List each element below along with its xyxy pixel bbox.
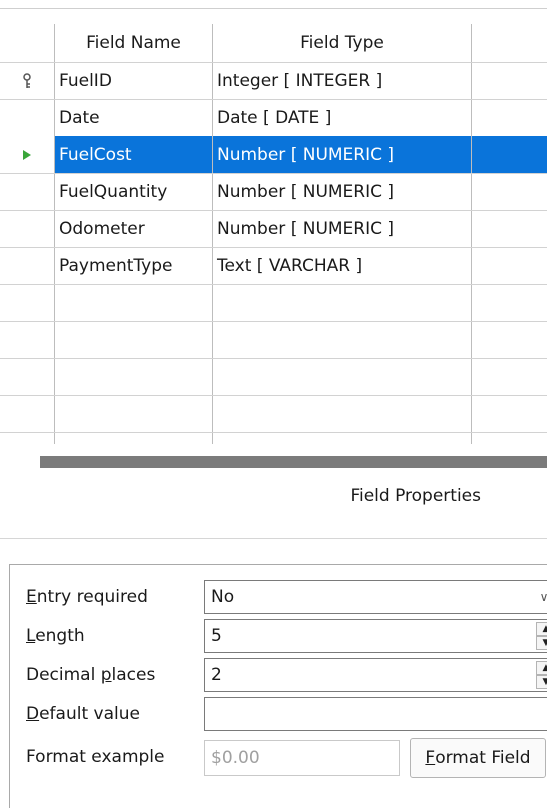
table-row[interactable]: FuelQuantity Number [ NUMERIC ] [0, 173, 547, 210]
field-type-cell[interactable]: Text [ VARCHAR ] [213, 247, 471, 284]
entry-required-dropdown[interactable]: No ∨ [204, 580, 547, 614]
spin-up-icon[interactable]: ▲ [536, 622, 547, 636]
field-type-cell[interactable]: Number [ NUMERIC ] [213, 173, 471, 210]
grid-line [0, 210, 547, 211]
decimal-spin-buttons[interactable]: ▲ ▼ [536, 661, 547, 689]
length-spin-buttons[interactable]: ▲ ▼ [536, 622, 547, 650]
spin-up-icon[interactable]: ▲ [536, 661, 547, 675]
grid-line [0, 321, 547, 322]
default-value-input[interactable] [204, 697, 547, 731]
field-name-cell[interactable]: PaymentType [55, 247, 212, 284]
empty-table-row[interactable] [0, 284, 547, 321]
top-separator [0, 8, 547, 9]
divider [0, 538, 547, 539]
field-type-cell[interactable]: Date [ DATE ] [213, 99, 471, 136]
empty-table-row[interactable] [0, 395, 547, 432]
empty-table-row[interactable] [0, 321, 547, 358]
field-name-cell[interactable]: Date [55, 99, 212, 136]
grid-line [54, 24, 55, 444]
table-row[interactable]: Odometer Number [ NUMERIC ] [0, 210, 547, 247]
table-row[interactable]: FuelID Integer [ INTEGER ] [0, 62, 547, 99]
horizontal-scrollbar[interactable] [40, 456, 547, 468]
decimal-places-label: Decimal places [26, 665, 156, 685]
grid-line [0, 432, 547, 433]
grid-line [0, 284, 547, 285]
decimal-places-spinbox[interactable]: 2 ▲ ▼ [204, 658, 547, 692]
spin-down-icon[interactable]: ▼ [536, 675, 547, 689]
field-name-cell[interactable]: FuelQuantity [55, 173, 212, 210]
spin-down-icon[interactable]: ▼ [536, 636, 547, 650]
chevron-down-icon[interactable]: ∨ [531, 581, 547, 613]
field-name-cell[interactable]: FuelID [55, 62, 212, 99]
grid-line [212, 24, 213, 444]
empty-table-row[interactable] [0, 358, 547, 395]
table-row[interactable]: PaymentType Text [ VARCHAR ] [0, 247, 547, 284]
default-value-label: Default value [26, 704, 140, 724]
field-name-cell[interactable]: FuelCost [55, 136, 213, 173]
table-row-selected[interactable]: FuelCost Number [ NUMERIC ] [0, 136, 547, 173]
field-properties-title: Field Properties [350, 486, 481, 506]
field-type-cell[interactable]: Integer [ INTEGER ] [213, 62, 471, 99]
length-spinbox[interactable]: 5 ▲ ▼ [204, 619, 547, 653]
format-example-label: Format example [26, 747, 165, 767]
grid-line [0, 173, 547, 174]
grid-line [0, 395, 547, 396]
table-row[interactable]: Date Date [ DATE ] [0, 99, 547, 136]
format-field-button[interactable]: Format Field [410, 738, 546, 778]
format-example-field: $0.00 [204, 740, 400, 776]
entry-required-label: Entry required [26, 587, 148, 607]
column-header-field-type[interactable]: Field Type [213, 24, 471, 62]
grid-line [471, 24, 472, 444]
column-header-field-name[interactable]: Field Name [55, 24, 212, 62]
key-icon [0, 62, 54, 99]
grid-line [0, 247, 547, 248]
field-type-cell[interactable]: Number [ NUMERIC ] [213, 210, 471, 247]
grid-line [0, 358, 547, 359]
field-table: Field Name Field Type FuelID Integer [ I… [0, 24, 547, 444]
grid-line [0, 99, 547, 100]
length-label: Length [26, 626, 85, 646]
field-type-cell[interactable]: Number [ NUMERIC ] [213, 136, 547, 173]
current-row-arrow-icon [0, 136, 54, 173]
field-name-cell[interactable]: Odometer [55, 210, 212, 247]
grid-line [0, 62, 547, 63]
field-properties-panel: Entry required No ∨ Length 5 ▲ ▼ Decimal… [9, 564, 547, 808]
